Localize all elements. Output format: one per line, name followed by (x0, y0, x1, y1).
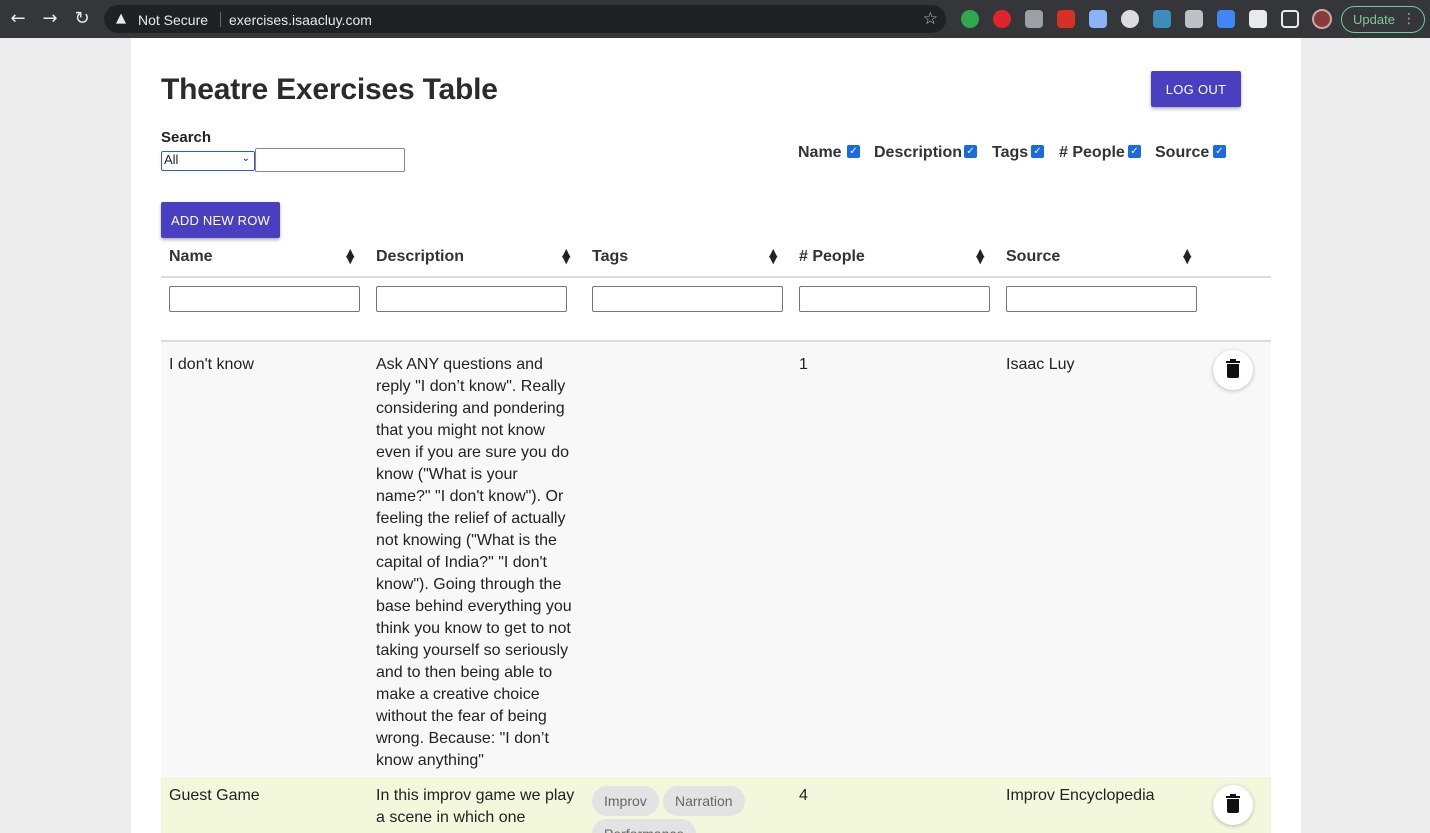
toggle-label-description: Description (874, 144, 963, 161)
page-container: Theatre Exercises Table LOG OUT Search A… (131, 38, 1301, 833)
delete-row-button[interactable] (1213, 350, 1253, 390)
column-header-source[interactable]: Source (1006, 248, 1060, 266)
cast-icon[interactable] (1281, 10, 1299, 28)
not-secure-label: Not Secure (138, 12, 209, 28)
puzzle-extensions-icon[interactable] (1249, 10, 1267, 28)
search-input[interactable] (255, 148, 405, 172)
sort-icon[interactable]: ▲ ▼ (1183, 247, 1191, 265)
update-button[interactable]: Update ⋮ (1341, 6, 1425, 33)
tag-chip: Improv (592, 786, 659, 816)
delete-row-button[interactable] (1213, 785, 1253, 825)
column-header-name[interactable]: Name (169, 248, 213, 266)
filter-input-source[interactable] (1006, 286, 1197, 312)
chevron-down-icon: ⌄ (241, 153, 250, 164)
sort-icon[interactable]: ▲ ▼ (346, 247, 354, 265)
toggle-checkbox-description[interactable]: ✓ (964, 145, 977, 158)
filter-input-description[interactable] (376, 286, 567, 312)
bookmark-star-icon[interactable]: ☆ (923, 9, 938, 29)
omnibox-divider (220, 12, 221, 27)
forward-arrow-icon[interactable]: → (39, 8, 61, 30)
camera-extension-icon[interactable] (1025, 10, 1043, 28)
filter-input-people[interactable] (799, 286, 990, 312)
search-scope-value: All (164, 152, 179, 167)
toggle-checkbox-source[interactable]: ✓ (1213, 145, 1226, 158)
toggle-checkbox-tags[interactable]: ✓ (1031, 145, 1044, 158)
evernote-extension-icon[interactable] (961, 10, 979, 28)
cell-name: Guest Game (169, 787, 260, 804)
cell-description: In this improv game we play a scene in w… (376, 787, 575, 826)
sort-icon[interactable]: ▲ ▼ (976, 247, 984, 265)
browser-toolbar: ← → ↻ ▲ Not Secure exercises.isaacluy.co… (0, 0, 1430, 38)
cell-people: 4 (799, 787, 808, 804)
add-new-row-button[interactable]: ADD NEW ROW (161, 202, 280, 238)
column-header-tags[interactable]: Tags (592, 248, 628, 266)
profile-avatar[interactable] (1312, 9, 1332, 29)
pen-extension-icon[interactable] (1153, 10, 1171, 28)
warning-icon: ▲ (116, 11, 126, 26)
tag-chip: Narration (663, 786, 745, 816)
search-scope-select[interactable]: All ⌄ (161, 151, 255, 171)
page-title: Theatre Exercises Table (161, 73, 498, 106)
search-label: Search (161, 129, 212, 146)
toggle-label-name: Name (798, 144, 842, 161)
toggle-checkbox-people[interactable]: ✓ (1128, 145, 1141, 158)
update-label: Update (1353, 12, 1395, 27)
profile-extension-icon[interactable] (1121, 10, 1139, 28)
toggle-label-source: Source (1155, 144, 1210, 161)
todo-extension-icon[interactable] (1057, 10, 1075, 28)
table-row: I don't know Ask ANY questions and reply… (161, 342, 1271, 776)
menu-dots-icon: ⋮ (1402, 11, 1416, 27)
filter-input-name[interactable] (169, 286, 360, 312)
cell-description: Ask ANY questions and reply "I don’t kno… (376, 356, 572, 769)
adblock-extension-icon[interactable] (993, 10, 1011, 28)
dictionary-extension-icon[interactable] (1089, 10, 1107, 28)
cell-source: Improv Encyclopedia (1006, 787, 1155, 804)
logout-button[interactable]: LOG OUT (1151, 71, 1241, 107)
address-bar[interactable]: ▲ Not Secure exercises.isaacluy.com ☆ (104, 5, 946, 33)
cell-people: 1 (799, 356, 808, 373)
header-divider (161, 276, 1271, 278)
filter-input-tags[interactable] (592, 286, 783, 312)
toggle-label-people: # People (1059, 144, 1125, 161)
translate-extension-icon[interactable] (1217, 10, 1235, 28)
sort-icon[interactable]: ▲ ▼ (562, 247, 570, 265)
back-arrow-icon[interactable]: ← (7, 8, 29, 30)
toggle-label-tags: Tags (992, 144, 1029, 161)
sort-icon[interactable]: ▲ ▼ (769, 247, 777, 265)
tag-chip: Performance (592, 819, 697, 833)
column-header-people[interactable]: # People (799, 248, 865, 266)
table-row: Guest Game In this improv game we play a… (161, 777, 1271, 833)
url-text[interactable]: exercises.isaacluy.com (229, 12, 372, 28)
cell-source: Isaac Luy (1006, 356, 1075, 373)
reload-icon[interactable]: ↻ (71, 8, 93, 30)
toggle-checkbox-name[interactable]: ✓ (847, 145, 860, 158)
column-header-description[interactable]: Description (376, 248, 464, 266)
notes-extension-icon[interactable] (1185, 10, 1203, 28)
cell-name: I don't know (169, 356, 254, 373)
